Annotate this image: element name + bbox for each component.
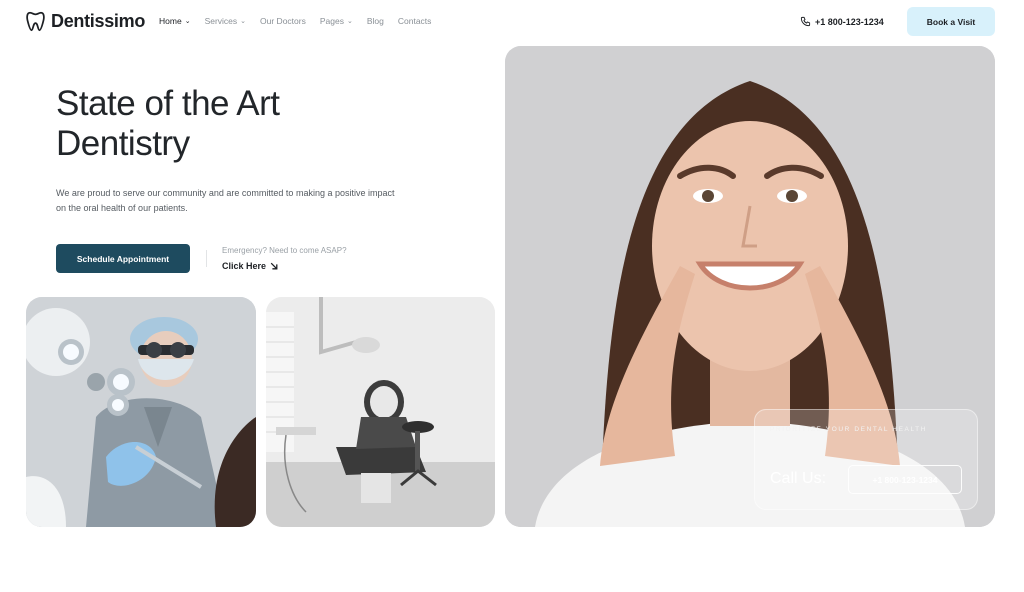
call-us-label: Call Us:: [770, 470, 827, 487]
hero-title: State of the Art Dentistry: [56, 84, 436, 164]
click-here-link[interactable]: Click Here: [222, 261, 278, 271]
site-header: Dentissimo Home ⌄ Services ⌄ Our Doctors…: [0, 0, 1024, 44]
arrow-down-right-icon: [270, 262, 278, 270]
book-a-visit-button[interactable]: Book a Visit: [907, 7, 995, 36]
header-phone[interactable]: +1 800-123-1234: [800, 16, 884, 27]
divider: [206, 250, 207, 267]
hero-title-line-2: Dentistry: [56, 124, 190, 163]
chevron-down-icon: ⌄: [184, 17, 191, 25]
nav-item-label: Home: [159, 16, 182, 26]
nav-item-contacts[interactable]: Contacts: [398, 16, 432, 26]
header-phone-number: +1 800-123-1234: [815, 16, 884, 27]
call-us-panel: [754, 409, 978, 510]
chevron-down-icon: ⌄: [346, 17, 353, 25]
dental-office-image: [266, 297, 495, 527]
call-phone-button[interactable]: +1 800-123-1234: [848, 465, 962, 494]
phone-icon: [800, 16, 811, 27]
hero-title-line-1: State of the Art: [56, 84, 280, 123]
nav-item-label: Services: [204, 16, 238, 26]
nav-item-blog[interactable]: Blog: [367, 16, 384, 26]
nav-item-home[interactable]: Home ⌄: [159, 16, 191, 26]
nav-item-label: Contacts: [397, 16, 432, 26]
nav-item-label: Pages: [319, 16, 344, 26]
tooth-icon: [26, 11, 45, 32]
nav-item-our-doctors[interactable]: Our Doctors: [260, 16, 306, 26]
emergency-text: Emergency? Need to come ASAP?: [222, 246, 347, 255]
chevron-down-icon: ⌄: [240, 17, 247, 25]
dentist-at-work-image: [26, 297, 256, 527]
hero-description: We are proud to serve our community and …: [56, 188, 395, 213]
main-nav: Home ⌄ Services ⌄ Our Doctors Pages ⌄ Bl…: [159, 16, 431, 26]
nav-item-label: Blog: [366, 16, 384, 26]
nav-item-label: Our Doctors: [260, 16, 306, 26]
schedule-appointment-button[interactable]: Schedule Appointment: [56, 244, 190, 273]
click-here-label: Click Here: [222, 261, 267, 271]
call-us-tagline: PRIORITIZE YOUR DENTAL HEALTH: [770, 426, 928, 433]
nav-item-services[interactable]: Services ⌄: [205, 16, 246, 26]
brand-logo[interactable]: Dentissimo: [26, 11, 145, 32]
nav-item-pages[interactable]: Pages ⌄: [320, 16, 353, 26]
brand-name: Dentissimo: [51, 11, 146, 31]
